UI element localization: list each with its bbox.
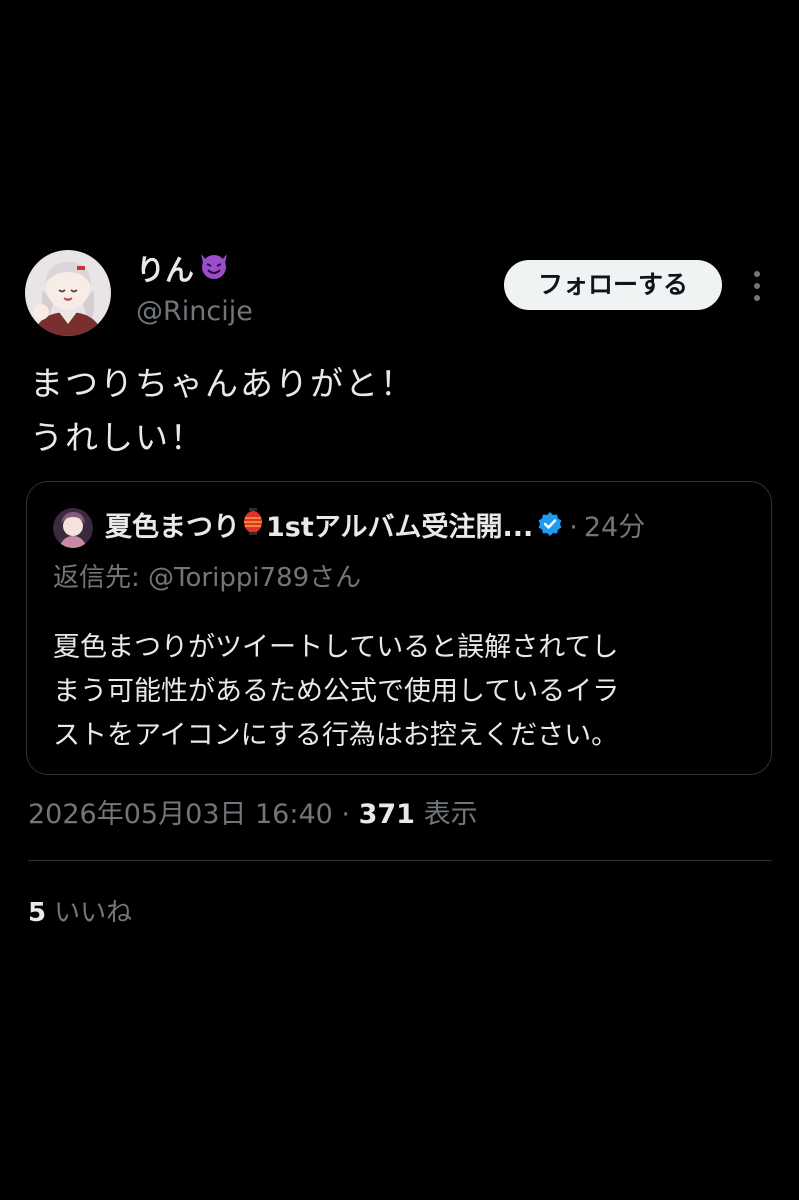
meta-separator: · [341, 799, 351, 830]
views-label: 表示 [423, 799, 478, 830]
quote-display-name[interactable]: 夏色まつり [105, 512, 240, 543]
likes-count: 5 [28, 898, 47, 928]
display-name-text: りん [136, 253, 195, 287]
more-options-button[interactable] [744, 266, 770, 306]
quote-text-line: ストをアイコンにする行為はお控えください。 [53, 720, 619, 751]
reply-to-handle[interactable]: @Torippi789さん [148, 563, 361, 593]
user-handle[interactable]: @Rincije [136, 294, 253, 330]
smiling-devil-icon [198, 250, 230, 290]
divider [28, 860, 772, 861]
tweet-meta: 2026年05月03日 16:40 · 371 表示 [28, 795, 478, 835]
tweet: りん @Rincije フォローする まつりちゃんありがと！ うれしい！ 夏色ま… [0, 0, 799, 1200]
quote-name-suffix[interactable]: 1stアルバム受注開... [266, 512, 533, 543]
follow-button[interactable]: フォローする [504, 260, 722, 310]
tweet-text: まつりちゃんありがと！ うれしい！ [30, 357, 770, 465]
quote-timestamp[interactable]: 24分 [584, 512, 645, 543]
tweet-text-line: うれしい！ [30, 418, 205, 457]
quote-text-line: 夏色まつりがツイートしていると誤解されてし [53, 632, 619, 663]
likes-stat[interactable]: 5 いいね [28, 893, 132, 933]
quoted-tweet[interactable]: 夏色まつり 1stアルバム受注開... · 24分 返信先: @Torippi78… [26, 481, 772, 775]
reply-to: 返信先: @Torippi789さん [53, 558, 361, 598]
quote-text: 夏色まつりがツイートしていると誤解されてし まう可能性があるため公式で使用してい… [53, 626, 753, 758]
quote-text-line: まう可能性があるため公式で使用しているイラ [53, 676, 620, 707]
tweet-text-line: まつりちゃんありがと！ [30, 364, 415, 403]
quote-separator: · [569, 512, 578, 543]
vertical-ellipsis-icon [754, 271, 760, 301]
avatar[interactable] [25, 250, 111, 336]
red-lantern-icon [242, 507, 264, 551]
tweet-datetime[interactable]: 2026年05月03日 16:40 [28, 799, 333, 830]
reply-to-label: 返信先: [53, 563, 140, 593]
display-name[interactable]: りん [136, 250, 230, 290]
quote-header: 夏色まつり 1stアルバム受注開... · 24分 [105, 506, 645, 550]
views-count: 371 [358, 799, 415, 830]
quote-avatar[interactable] [53, 508, 93, 548]
blue-verified-badge-icon [537, 507, 563, 551]
likes-label: いいね [54, 898, 133, 928]
